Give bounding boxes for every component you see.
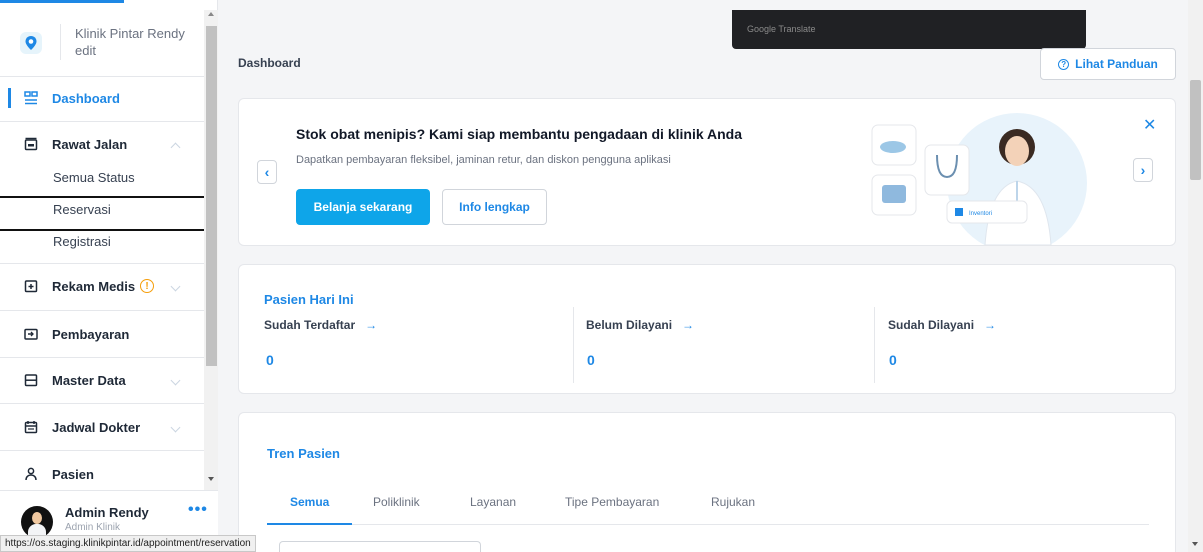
more-info-button[interactable]: Info lengkap (442, 189, 547, 225)
tab-poliklinik[interactable]: Poliklinik (373, 495, 420, 509)
carousel-prev-button[interactable]: ‹ (257, 160, 277, 184)
warning-icon: ! (140, 279, 155, 293)
chevron-left-icon: ‹ (264, 164, 270, 180)
art-inventori-label: Inventori (969, 211, 992, 217)
scroll-up-arrow-icon[interactable] (208, 12, 214, 16)
arrow-right-icon: → (365, 318, 378, 332)
stat-registered-label: Sudah Terdaftar (264, 318, 356, 332)
stat-served-link[interactable]: Sudah Dilayani → (888, 318, 996, 332)
sidebar-item-dashboard[interactable]: Dashboard (0, 76, 204, 120)
page-title: Dashboard (238, 56, 301, 70)
avatar (21, 506, 53, 538)
trend-tabs: Semua Poliklinik Layanan Tipe Pembayaran… (267, 483, 1149, 525)
sidebar-separator (0, 403, 204, 404)
sidebar-separator (0, 310, 204, 311)
guide-button[interactable]: ? Lihat Panduan (1040, 48, 1176, 80)
outpatient-icon (24, 137, 38, 151)
stat-served-value: 0 (889, 352, 897, 368)
tab-tipe-pembayaran[interactable]: Tipe Pembayaran (565, 495, 659, 509)
sidebar-scroll-thumb[interactable] (206, 26, 217, 366)
tab-rujukan[interactable]: Rujukan (711, 495, 755, 509)
stat-registered-value: 0 (266, 352, 274, 368)
sidebar-item-label: Rekam Medis (52, 278, 136, 294)
medical-record-icon (24, 279, 38, 293)
sidebar-item-jadwal-dokter[interactable]: Jadwal Dokter (0, 405, 204, 449)
sidebar-separator (0, 450, 204, 451)
focus-outline-bottom (0, 229, 204, 231)
active-tab-underline (267, 523, 352, 525)
clinic-divider (60, 24, 61, 60)
close-icon[interactable]: ✕ (1143, 115, 1156, 135)
stat-divider (573, 307, 574, 383)
user-role: Admin Klinik (65, 522, 121, 533)
promo-title: Stok obat menipis? Kami siap membantu pe… (296, 126, 743, 142)
scroll-down-arrow-icon[interactable] (208, 477, 214, 481)
help-icon: ? (1058, 58, 1070, 70)
stat-waiting-label: Belum Dilayani (586, 318, 673, 332)
promo-banner: ‹ Stok obat menipis? Kami siap membantu … (238, 98, 1176, 246)
patient-icon (24, 467, 38, 481)
focus-outline-top (0, 196, 204, 198)
sidebar-item-label: Dashboard (52, 90, 120, 106)
google-translate-bar[interactable]: Google Translate (732, 10, 1086, 49)
sidebar-item-label: Pembayaran (52, 326, 130, 342)
status-url: https://os.staging.klinikpintar.id/appoi… (0, 535, 256, 552)
chevron-up-icon (170, 142, 181, 153)
chevron-down-icon (170, 375, 181, 386)
today-patients-card: Pasien Hari Ini Sudah Terdaftar → 0 Belum… (238, 264, 1176, 394)
patient-trend-title: Tren Pasien (267, 446, 340, 461)
arrow-right-icon: → (682, 318, 695, 332)
clinic-info: Klinik Pintar Rendy edit (75, 25, 185, 59)
sidebar-item-rekam-medis[interactable]: Rekam Medis ! (0, 264, 204, 308)
calendar-icon (24, 420, 38, 434)
clinic-logo-icon (20, 32, 42, 54)
shop-now-button[interactable]: Belanja sekarang (296, 189, 430, 225)
scroll-down-arrow-icon[interactable] (1192, 542, 1198, 546)
clinic-switcher[interactable]: Klinik Pintar Rendy edit (0, 8, 204, 70)
stat-waiting-value: 0 (587, 352, 595, 368)
chevron-right-icon: › (1140, 162, 1146, 178)
arrow-right-icon: → (984, 318, 997, 332)
tab-semua[interactable]: Semua (290, 495, 329, 509)
stat-served-label: Sudah Dilayani (888, 318, 975, 332)
tab-layanan[interactable]: Layanan (470, 495, 516, 509)
chevron-down-icon (170, 422, 181, 433)
clinic-name: Klinik Pintar Rendy (75, 26, 185, 41)
stat-waiting-link[interactable]: Belum Dilayani → (586, 318, 694, 332)
sidebar-subitem-reservasi[interactable]: Reservasi (53, 202, 111, 217)
pharmacist-illustration: Inventori (871, 113, 1087, 245)
stat-registered-link[interactable]: Sudah Terdaftar → (264, 318, 377, 332)
google-translate-label: Google Translate (747, 24, 816, 34)
chevron-down-icon (170, 281, 181, 292)
payment-icon (24, 327, 38, 341)
patient-trend-card: Tren Pasien Semua Poliklinik Layanan Tip… (238, 412, 1176, 552)
sidebar-top-accent (0, 0, 124, 3)
carousel-next-button[interactable]: › (1133, 158, 1153, 182)
page-scroll-thumb[interactable] (1190, 80, 1201, 180)
sidebar-subitem-semua-status[interactable]: Semua Status (53, 170, 135, 185)
user-menu-icon[interactable]: ••• (188, 501, 208, 519)
guide-button-label: Lihat Panduan (1075, 57, 1158, 71)
promo-subtitle: Dapatkan pembayaran fleksibel, jaminan r… (296, 154, 671, 166)
filter-select[interactable] (279, 541, 481, 552)
avatar-face (32, 512, 42, 524)
clinic-edit-link[interactable]: edit (75, 42, 185, 59)
today-patients-title: Pasien Hari Ini (264, 292, 354, 307)
sidebar-item-label: Rawat Jalan (52, 136, 128, 152)
user-name: Admin Rendy (65, 505, 149, 520)
sidebar-item-rawat-jalan[interactable]: Rawat Jalan (0, 122, 204, 166)
sidebar: Klinik Pintar Rendy edit Dashboard Rawat… (0, 0, 218, 552)
sidebar-subitem-registrasi[interactable]: Registrasi (53, 234, 111, 249)
sidebar-item-pembayaran[interactable]: Pembayaran (0, 312, 204, 356)
sidebar-item-master-data[interactable]: Master Data (0, 358, 204, 402)
sidebar-item-label: Master Data (52, 372, 126, 388)
master-data-icon (24, 373, 38, 387)
stat-divider (874, 307, 875, 383)
sidebar-item-label: Jadwal Dokter (52, 419, 141, 435)
dashboard-icon (24, 91, 38, 105)
sidebar-item-label: Pasien (52, 466, 94, 482)
